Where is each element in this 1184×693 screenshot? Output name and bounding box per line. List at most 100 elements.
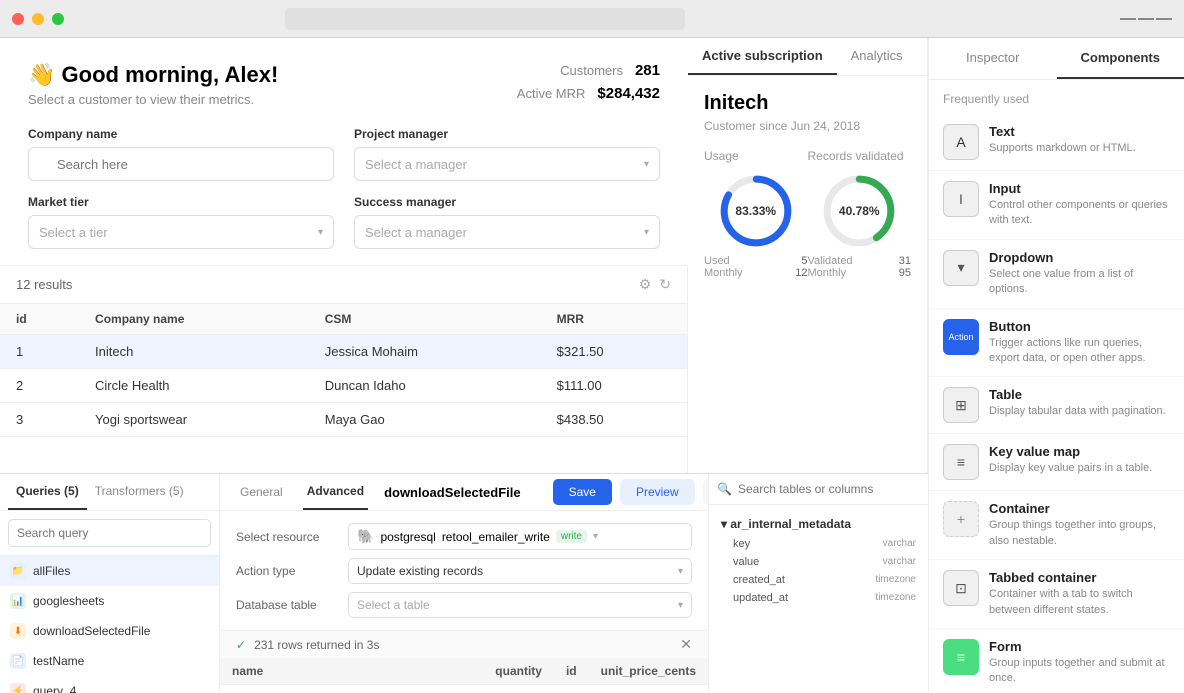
query-search-input[interactable]: [8, 519, 211, 547]
component-text-dropdown: Dropdown Select one value from a list of…: [989, 250, 1170, 298]
component-item-button[interactable]: Action Button Trigger actions like run q…: [929, 309, 1184, 378]
close-button[interactable]: [12, 13, 24, 25]
tab-queries[interactable]: Queries (5): [8, 474, 87, 510]
stats-row: Usage 83.33%: [704, 149, 911, 279]
component-text-input: Input Control other components or querie…: [989, 181, 1170, 229]
tabbed-container-icon: ⊡: [943, 570, 979, 606]
tab-transformers[interactable]: Transformers (5): [87, 474, 192, 510]
titlebar: [0, 0, 1184, 38]
db-table-name[interactable]: ▾ ar_internal_metadata: [709, 513, 928, 535]
validated-value: 31: [899, 255, 911, 267]
data-table: id Company name CSM MRR 1InitechJessica …: [0, 304, 687, 437]
component-item-tabbed-container[interactable]: ⊡ Tabbed container Container with a tab …: [929, 560, 1184, 629]
tab-advanced[interactable]: Advanced: [303, 474, 368, 510]
tab-components[interactable]: Components: [1057, 38, 1184, 79]
table-row[interactable]: 1InitechJessica Mohaim$321.50: [0, 335, 687, 369]
component-item-text[interactable]: A Text Supports markdown or HTML.: [929, 114, 1184, 171]
company-search-input[interactable]: [28, 147, 334, 181]
records-block: Records validated 40.78%: [808, 149, 912, 279]
resource-badge: write: [556, 530, 587, 543]
subtitle-text: Select a customer to view their metrics.: [28, 92, 278, 107]
query-item-downloadSelectedFile[interactable]: ⬇downloadSelectedFile: [0, 616, 219, 646]
db-search-input[interactable]: [738, 482, 920, 496]
success-manager-select[interactable]: Select a manager ▾: [354, 215, 660, 249]
records-monthly-value: 95: [899, 267, 911, 279]
panel-tabs: Inspector Components: [929, 38, 1184, 80]
component-item-dropdown[interactable]: ▾ Dropdown Select one value from a list …: [929, 240, 1184, 309]
results-count: 12 results: [16, 277, 72, 292]
chevron-down-icon: ▾: [678, 600, 683, 611]
queries-panel: Queries (5) Transformers (5) 📁allFiles📊g…: [0, 474, 220, 693]
query-item-testName[interactable]: 📄testName: [0, 646, 219, 676]
db-table-ar_internal_metadata: ▾ ar_internal_metadatakeyvarcharvaluevar…: [709, 509, 928, 611]
chevron-down-icon: ▾: [644, 159, 649, 170]
text-icon: A: [943, 124, 979, 160]
company-name: Initech: [704, 92, 911, 115]
component-item-container[interactable]: + Container Group things together into g…: [929, 491, 1184, 560]
success-manager-label: Success manager: [354, 195, 660, 209]
component-item-kv-map[interactable]: ≡ Key value map Display key value pairs …: [929, 434, 1184, 491]
tab-general[interactable]: General: [236, 475, 287, 509]
customers-label: Customers: [560, 63, 623, 78]
refresh-icon[interactable]: ↻: [659, 276, 671, 293]
input-icon: I: [943, 181, 979, 217]
component-item-input[interactable]: I Input Control other components or quer…: [929, 171, 1184, 240]
project-manager-select[interactable]: Select a manager ▾: [354, 147, 660, 181]
container-icon: +: [943, 501, 979, 537]
database-table-row: Database table Select a table ▾: [236, 592, 692, 618]
minimize-button[interactable]: [32, 13, 44, 25]
query4-icon: ⚡: [10, 683, 26, 693]
test-icon: 📄: [10, 653, 26, 669]
files-icon: 📁: [10, 563, 26, 579]
menu-icon[interactable]: [1120, 16, 1172, 22]
col-company: Company name: [79, 304, 309, 335]
editor-form: Select resource 🐘 postgresql retool_emai…: [220, 511, 708, 630]
query-item-query_4[interactable]: ⚡query_4: [0, 676, 219, 693]
database-table-label: Database table: [236, 598, 336, 612]
resource-db: postgresql: [380, 530, 435, 544]
query-item-googlesheets[interactable]: 📊googlesheets: [0, 586, 219, 616]
usage-block: Usage 83.33%: [704, 149, 808, 279]
company-name-label: Company name: [28, 127, 334, 141]
col-csm: CSM: [309, 304, 541, 335]
editor-title: downloadSelectedFile: [384, 485, 521, 500]
result-bar: ✓ 231 rows returned in 3s ✕: [220, 630, 708, 658]
detail-panel: Active subscription Analytics Initech Cu…: [688, 38, 928, 473]
chevron-down-icon: ▾: [593, 531, 598, 542]
db-field-updated_at: updated_attimezone: [709, 589, 928, 607]
col-mrr: MRR: [541, 304, 687, 335]
dropdown-icon: ▾: [943, 250, 979, 286]
close-result-button[interactable]: ✕: [680, 636, 692, 653]
project-manager-field: Project manager Select a manager ▾: [354, 127, 660, 181]
tab-inspector[interactable]: Inspector: [929, 38, 1057, 79]
component-item-table[interactable]: ⊞ Table Display tabular data with pagina…: [929, 377, 1184, 434]
resource-select[interactable]: 🐘 postgresql retool_emailer_write write …: [348, 523, 692, 550]
records-monthly-label: Monthly: [808, 267, 847, 279]
mrr-label: Active MRR: [517, 86, 586, 101]
download-icon: ⬇: [10, 623, 26, 639]
results-col-name: name: [220, 658, 483, 685]
db-field-key: keyvarchar: [709, 535, 928, 553]
filter-form: Company name 🔍 Project manager Select a …: [28, 127, 660, 249]
table-row[interactable]: 3Yogi sportswearMaya Gao$438.50: [0, 403, 687, 437]
market-tier-select[interactable]: Select a tier ▾: [28, 215, 334, 249]
database-table-select[interactable]: Select a table ▾: [348, 592, 692, 618]
preview-button[interactable]: Preview: [620, 479, 695, 505]
query-list: 📁allFiles📊googlesheets⬇downloadSelectedF…: [0, 556, 219, 693]
action-type-select[interactable]: Update existing records ▾: [348, 558, 692, 584]
top-section: 👋 Good morning, Alex! Select a customer …: [0, 38, 688, 266]
component-text-button: Button Trigger actions like run queries,…: [989, 319, 1170, 367]
tab-active-subscription[interactable]: Active subscription: [688, 38, 837, 75]
query-item-allFiles[interactable]: 📁allFiles: [0, 556, 219, 586]
save-button[interactable]: Save: [553, 479, 612, 505]
table-row[interactable]: 2Circle HealthDuncan Idaho$111.00: [0, 369, 687, 403]
component-item-form[interactable]: ≡ Form Group inputs together and submit …: [929, 629, 1184, 693]
tab-analytics[interactable]: Analytics: [837, 38, 917, 75]
component-text-container: Container Group things together into gro…: [989, 501, 1170, 549]
maximize-button[interactable]: [52, 13, 64, 25]
market-tier-label: Market tier: [28, 195, 334, 209]
filter-icon[interactable]: ⚙: [639, 276, 652, 293]
bottom-panel: Queries (5) Transformers (5) 📁allFiles📊g…: [0, 473, 928, 693]
greeting-emoji: 👋: [28, 62, 55, 87]
mrr-value: $284,432: [597, 85, 660, 102]
